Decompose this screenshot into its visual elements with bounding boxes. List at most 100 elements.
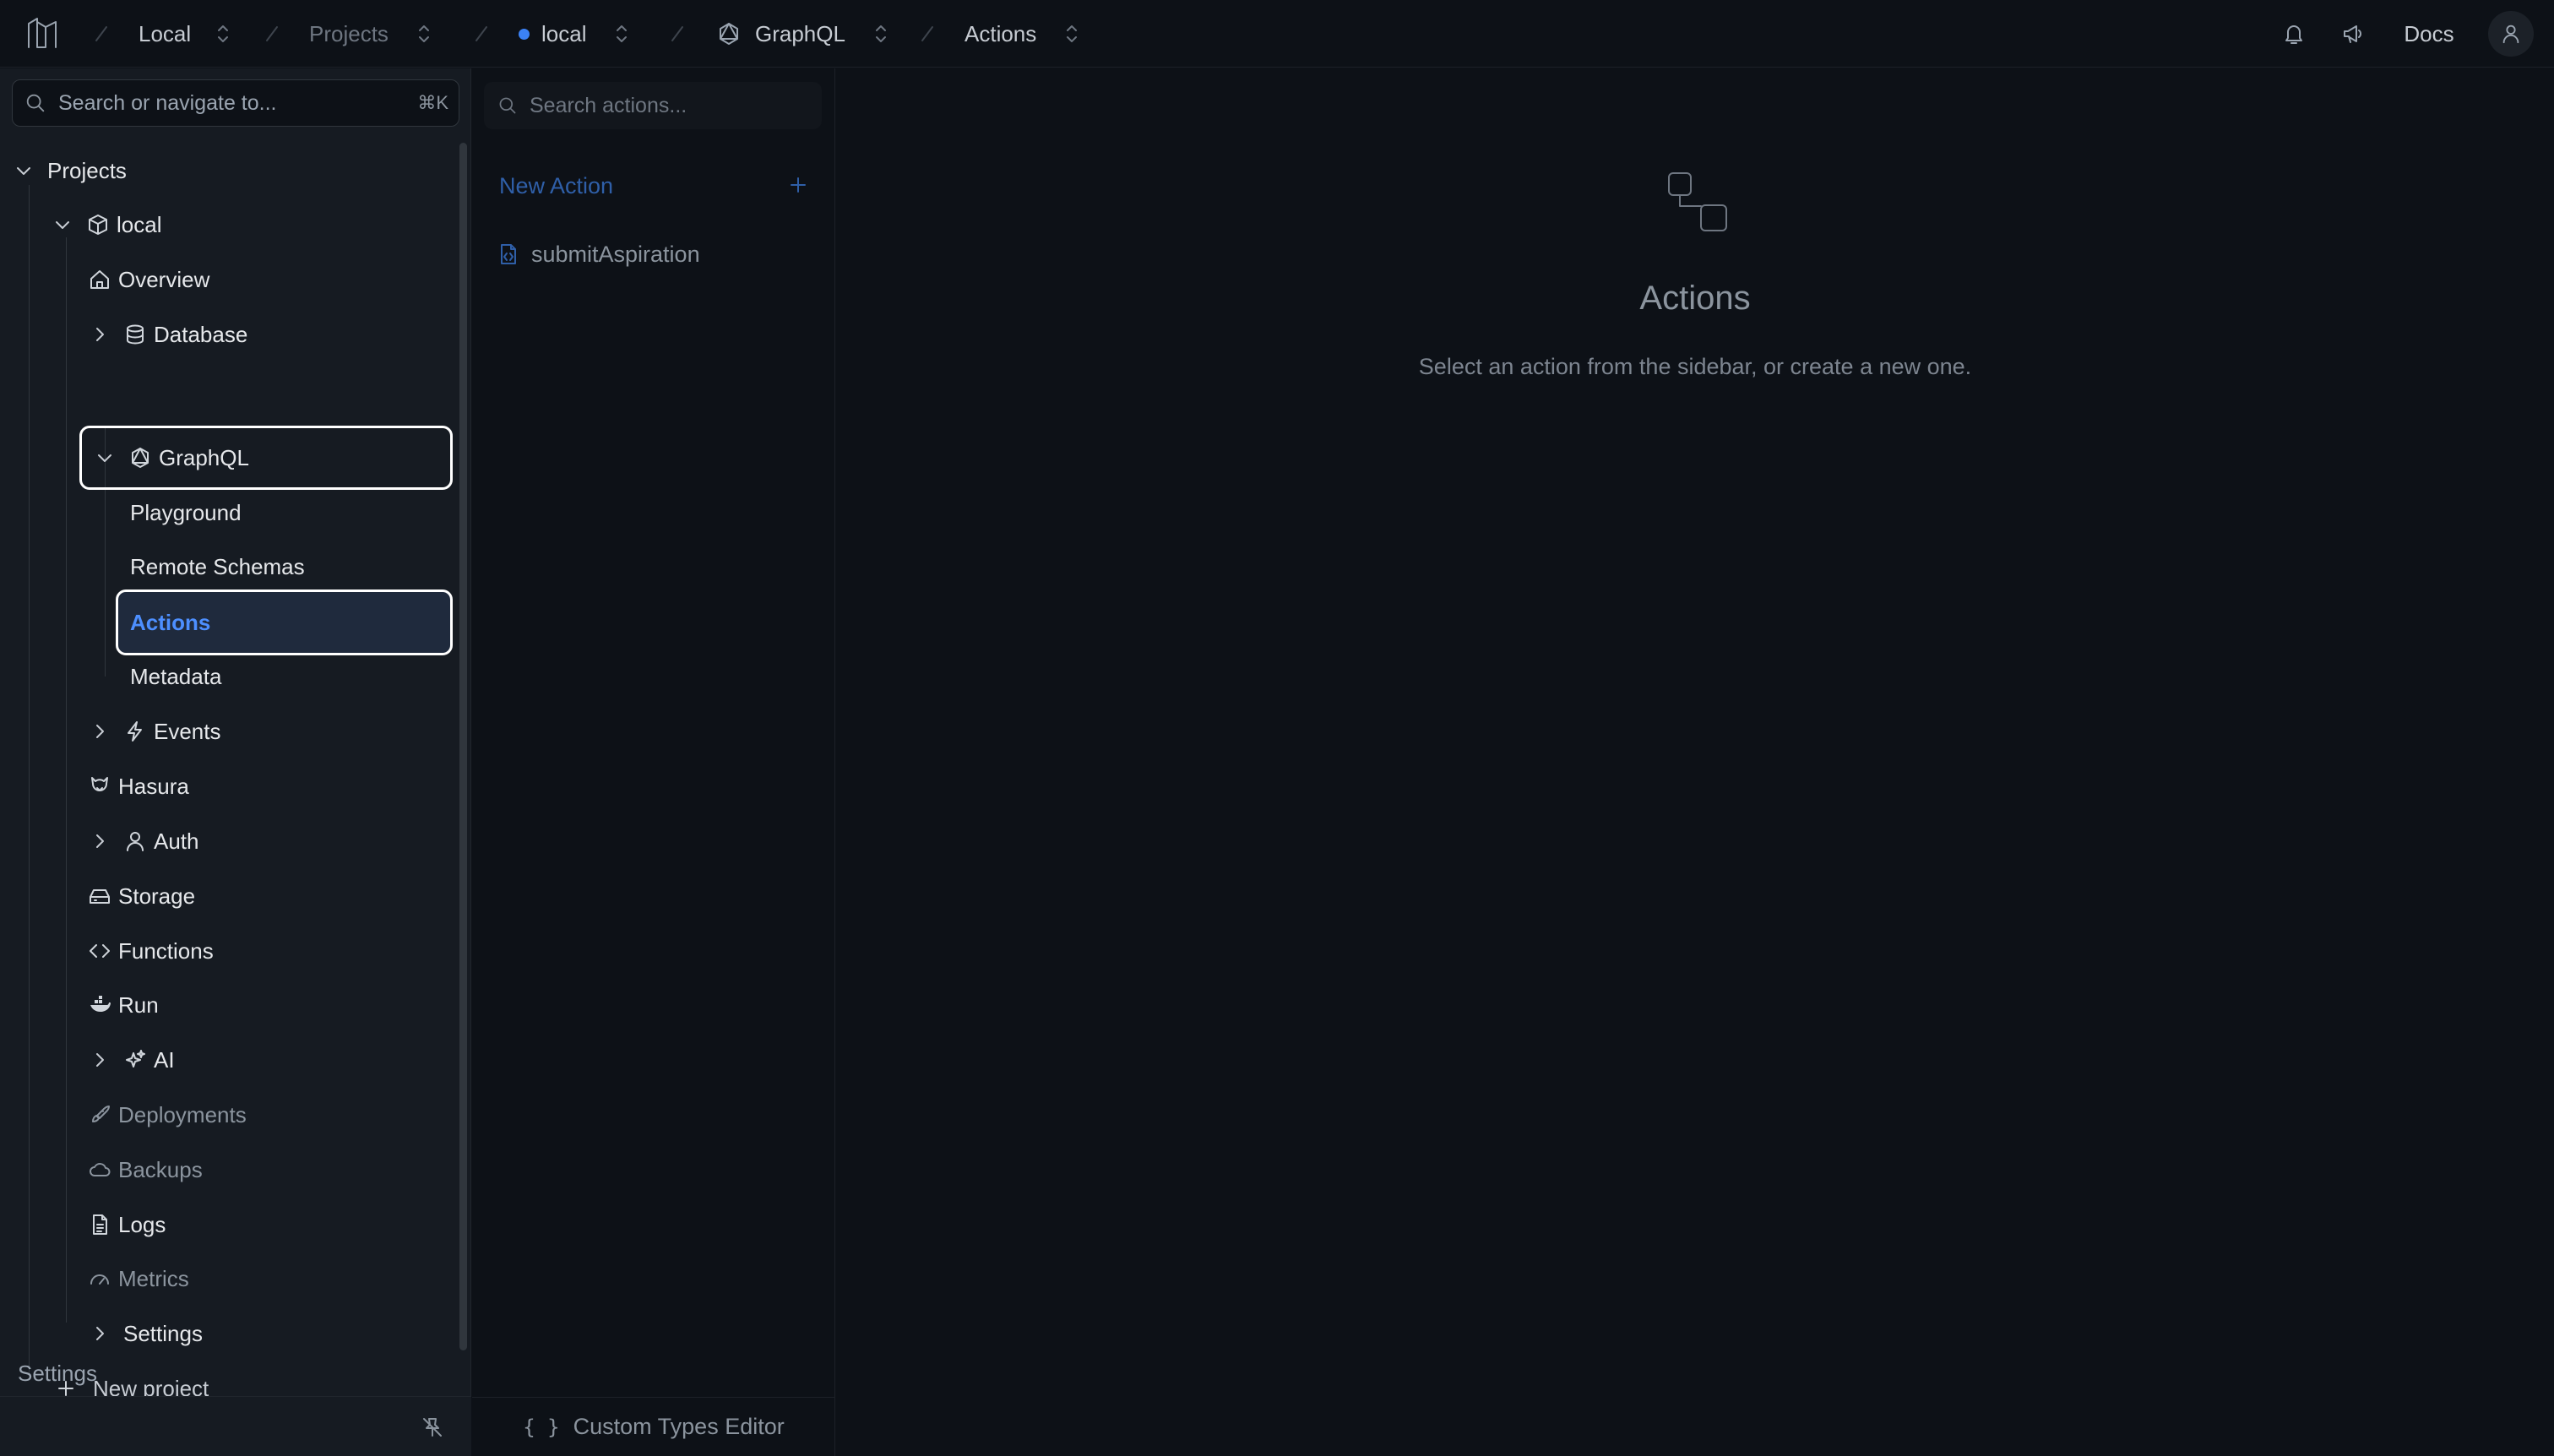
user-avatar[interactable]	[2488, 11, 2534, 57]
sidebar-item-label: Hasura	[118, 773, 189, 799]
sparkles-icon	[126, 1050, 145, 1068]
slash-separator-icon	[95, 26, 107, 41]
sidebar-item-label: Overview	[118, 266, 210, 292]
sidebar-item-actions[interactable]: Actions	[116, 589, 453, 655]
sidebar-item-backups[interactable]: Backups	[88, 1143, 453, 1197]
sidebar-item-functions[interactable]: Functions	[88, 924, 453, 978]
sidebar-item-ai[interactable]: AI	[88, 1033, 453, 1087]
sidebar-item-run[interactable]: Run	[88, 978, 453, 1032]
home-icon	[90, 270, 109, 289]
breadcrumb-section[interactable]: GraphQL	[666, 0, 891, 68]
sidebar-item-label: Remote Schemas	[130, 553, 305, 579]
chevron-down-icon	[98, 454, 111, 462]
sidebar-item-label: Backups	[118, 1156, 203, 1182]
chevron-down-icon	[17, 167, 30, 175]
actions-panel: Search actions... New Action submitAspir…	[472, 68, 835, 1456]
action-item-label: submitAspiration	[531, 241, 700, 267]
notifications-button[interactable]	[2267, 8, 2321, 59]
slash-separator-icon	[921, 26, 933, 41]
chevron-up-down-icon	[1067, 25, 1078, 42]
cube-icon	[89, 215, 107, 235]
chevron-down-icon	[56, 221, 69, 229]
cloud-icon	[90, 1163, 111, 1176]
search-shortcut: ⌘K	[417, 92, 448, 113]
sidebar-item-label: Deployments	[118, 1101, 247, 1127]
sidebar-item-overview[interactable]: Overview	[88, 253, 453, 307]
chevron-right-icon	[96, 1327, 104, 1340]
custom-types-editor-label: Custom Types Editor	[573, 1414, 785, 1439]
new-action-button[interactable]: New Action	[499, 173, 613, 199]
container-whale-icon	[90, 996, 111, 1012]
sidebar-item-graphql[interactable]: GraphQL	[79, 426, 453, 490]
sidebar-item-deployments[interactable]: Deployments	[88, 1088, 453, 1142]
lightning-icon	[128, 721, 142, 742]
chevron-right-icon	[96, 1053, 104, 1067]
main-content: Actions Select an action from the sideba…	[836, 68, 2554, 1456]
chevron-up-down-icon	[875, 25, 886, 42]
actions-search-placeholder: Search actions...	[530, 93, 687, 117]
sidebar-item-remote-schemas[interactable]: Remote Schemas	[120, 540, 453, 594]
hasura-icon	[91, 777, 108, 791]
sidebar-item-events[interactable]: Events	[88, 704, 453, 758]
rocket-icon	[92, 1106, 110, 1122]
add-action-plus-icon[interactable]	[786, 173, 810, 197]
breadcrumb-projects-label: Projects	[309, 20, 389, 46]
unpin-icon[interactable]	[421, 1415, 444, 1439]
document-icon	[93, 1214, 107, 1235]
sidebar-item-label: Functions	[118, 937, 214, 964]
actions-empty-icon	[1668, 172, 1727, 231]
chevron-right-icon	[96, 328, 104, 341]
sidebar-item-label: Metrics	[118, 1265, 189, 1291]
actions-search-input[interactable]: Search actions...	[484, 82, 822, 129]
sidebar-item-playground[interactable]: Playground	[120, 486, 453, 540]
sidebar-item-logs[interactable]: Logs	[88, 1198, 453, 1252]
nhost-logo-icon[interactable]	[24, 15, 61, 52]
sidebar-item-project-local[interactable]: local	[51, 198, 453, 252]
chevron-up-down-icon	[218, 25, 229, 42]
docs-link[interactable]: Docs	[2388, 8, 2470, 59]
sidebar-item-metadata[interactable]: Metadata	[120, 649, 453, 704]
chevron-right-icon	[96, 834, 104, 848]
sidebar-item-label: GraphQL	[159, 444, 249, 470]
breadcrumb-project[interactable]: local	[470, 0, 632, 68]
docs-label: Docs	[2404, 20, 2454, 46]
sidebar-item-hasura[interactable]: Hasura	[88, 759, 453, 813]
breadcrumb-section-label: GraphQL	[755, 20, 845, 46]
sidebar-item-auth[interactable]: Auth	[88, 814, 453, 868]
file-code-icon	[501, 244, 516, 264]
sidebar-item-metrics[interactable]: Metrics	[88, 1252, 453, 1306]
custom-types-editor-button[interactable]: { } Custom Types Editor	[472, 1397, 835, 1456]
global-search-input[interactable]: Search or navigate to... ⌘K	[12, 79, 459, 127]
navigation-sidebar: Search or navigate to... ⌘K Projects loc…	[0, 68, 471, 1456]
project-status-dot	[519, 28, 530, 40]
sidebar-item-label: Projects	[47, 157, 127, 183]
breadcrumb-page[interactable]: Actions	[916, 0, 1082, 68]
sidebar-item-label: Settings	[123, 1320, 203, 1346]
empty-state-subtitle: Select an action from the sidebar, or cr…	[1418, 354, 1972, 379]
empty-state-title: Actions	[1639, 280, 1751, 317]
announcements-button[interactable]	[2326, 8, 2380, 59]
breadcrumb-project-label: local	[541, 20, 587, 46]
action-item[interactable]: submitAspiration	[497, 237, 700, 271]
chevron-up-down-icon	[418, 25, 429, 42]
gauge-icon	[90, 1274, 109, 1285]
sidebar-scrollbar[interactable]	[459, 143, 467, 1350]
sidebar-settings-link[interactable]: Settings	[18, 1361, 97, 1387]
breadcrumb-workspace-label: Local	[139, 20, 192, 46]
database-icon	[127, 324, 144, 345]
sidebar-footer	[0, 1396, 471, 1456]
sidebar-item-label: Playground	[130, 499, 242, 525]
sidebar-item-label: Events	[154, 718, 221, 744]
breadcrumb-projects[interactable]: Projects	[260, 0, 434, 68]
sidebar-item-label: Database	[154, 321, 248, 347]
megaphone-icon	[2344, 25, 2361, 43]
sidebar-item-settings[interactable]: Settings	[88, 1307, 453, 1361]
user-icon	[127, 832, 144, 851]
sidebar-item-projects[interactable]: Projects	[12, 144, 451, 198]
breadcrumb-workspace[interactable]: Local	[90, 0, 233, 68]
sidebar-item-database[interactable]: Database	[88, 307, 453, 361]
graphql-icon	[132, 448, 149, 468]
graphql-icon	[720, 23, 738, 45]
sidebar-item-storage[interactable]: Storage	[88, 869, 453, 923]
slash-separator-icon	[671, 26, 683, 41]
